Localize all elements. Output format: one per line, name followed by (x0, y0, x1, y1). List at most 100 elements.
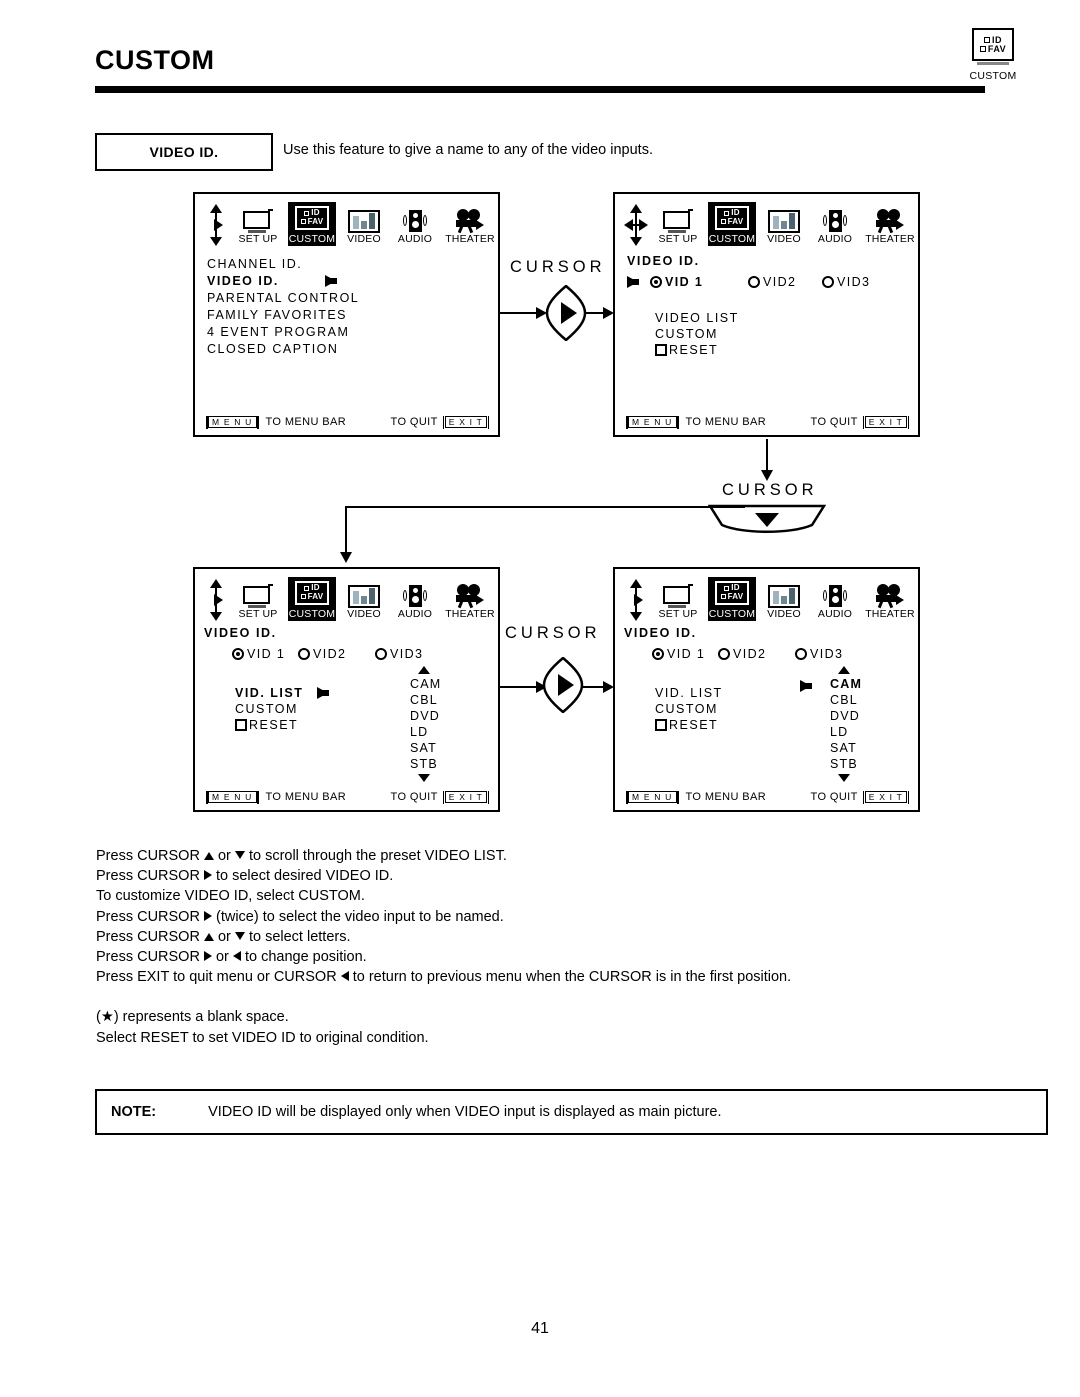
flow-arrowhead (340, 552, 352, 563)
menubar-label-setup: SET UP (238, 233, 278, 245)
reset-checkbox[interactable] (655, 344, 667, 356)
radio-vid1[interactable] (650, 276, 662, 288)
option-custom[interactable]: CUSTOM (655, 326, 739, 342)
id-fav-custom-icon: ID FAV (288, 202, 336, 233)
video-list-item[interactable]: SAT (830, 740, 862, 756)
custom-menu-list: CHANNEL ID. VIDEO ID. PARENTAL CONTROL F… (207, 256, 359, 358)
scroll-down-icon[interactable] (418, 774, 430, 782)
reset-checkbox[interactable] (655, 719, 667, 731)
instruction-line-7: Press EXIT to quit menu or CURSOR to ret… (96, 969, 792, 986)
menubar-item-audio[interactable]: AUDIO (812, 202, 858, 246)
menubar-item-custom[interactable]: ID FAV CUSTOM (708, 202, 756, 246)
cursor-up-icon (203, 852, 214, 860)
radio-vid3[interactable] (795, 648, 807, 660)
menubar-item-theater[interactable]: THEATER (864, 577, 916, 621)
menubar-item-video[interactable]: VIDEO (762, 202, 806, 246)
menu-key-button[interactable]: M E N U (206, 415, 259, 429)
menubar-label-audio: AUDIO (397, 608, 433, 620)
scroll-up-icon[interactable] (838, 666, 850, 674)
menubar-item-video[interactable]: VIDEO (762, 577, 806, 621)
video-list-item[interactable]: SAT (410, 740, 441, 756)
video-list-item[interactable]: STB (830, 756, 862, 772)
cursor-down-icon (234, 851, 245, 859)
exit-key-button[interactable]: E X I T (442, 415, 490, 429)
menubar-label-custom: CUSTOM (288, 233, 336, 246)
menubar-item-custom[interactable]: ID FAV CUSTOM (288, 577, 336, 621)
menubar-item-setup[interactable]: SET UP (234, 202, 282, 246)
radio-vid2[interactable] (718, 648, 730, 660)
menu-item-channel-id[interactable]: CHANNEL ID. (207, 256, 359, 273)
header-rule (95, 86, 985, 93)
exit-key-button[interactable]: E X I T (862, 415, 910, 429)
menu-item-label: CHANNEL ID. (207, 257, 303, 271)
menubar-item-audio[interactable]: AUDIO (812, 577, 858, 621)
menubar-label-video: VIDEO (767, 608, 801, 620)
video-id-options: VID. LIST CUSTOM RESET (655, 685, 723, 733)
radio-vid3[interactable] (822, 276, 834, 288)
menubar-item-setup[interactable]: SET UP (654, 577, 702, 621)
menubar-item-theater[interactable]: THEATER (444, 577, 496, 621)
menubar-item-setup[interactable]: SET UP (234, 577, 282, 621)
menu-item-4-event-program[interactable]: 4 EVENT PROGRAM (207, 324, 359, 341)
exit-key-button[interactable]: E X I T (442, 790, 490, 804)
id-fav-custom-icon: ID FAV (708, 202, 756, 233)
radio-label-vid2: VID2 (733, 647, 767, 661)
header-icon-caption: CUSTOM (969, 70, 1017, 82)
menubar-item-video[interactable]: VIDEO (342, 577, 386, 621)
radio-vid2[interactable] (298, 648, 310, 660)
cursor-arrows-up-right-down (625, 579, 647, 621)
video-input-row: VID3 (375, 647, 423, 661)
radio-vid1[interactable] (652, 648, 664, 660)
menu-item-family-favorites[interactable]: FAMILY FAVORITES (207, 307, 359, 324)
video-list-item[interactable]: STB (410, 756, 441, 772)
menubar-label-theater: THEATER (865, 608, 915, 620)
menubar-label-video: VIDEO (347, 233, 381, 245)
option-vid-list[interactable]: VID. LIST (235, 685, 330, 701)
video-list-item[interactable]: CAM (800, 676, 862, 692)
instruction-line-3: To customize VIDEO ID, select CUSTOM. (96, 888, 365, 905)
flow-line-p2-down (766, 439, 768, 474)
video-bars-icon (762, 577, 806, 608)
video-list-item[interactable]: CBL (830, 692, 862, 708)
video-input-row: VID3 (822, 275, 870, 289)
video-list-item[interactable]: LD (830, 724, 862, 740)
option-custom[interactable]: CUSTOM (655, 701, 723, 717)
option-video-list[interactable]: VIDEO LIST (655, 310, 739, 326)
radio-vid3[interactable] (375, 648, 387, 660)
video-list-item[interactable]: DVD (830, 708, 862, 724)
menubar-item-theater[interactable]: THEATER (444, 202, 496, 246)
menu-item-parental-control[interactable]: PARENTAL CONTROL (207, 290, 359, 307)
radio-vid1[interactable] (232, 648, 244, 660)
panel-title-video-id: VIDEO ID. (624, 626, 697, 640)
video-list-item[interactable]: LD (410, 724, 441, 740)
option-reset[interactable]: RESET (655, 342, 739, 358)
video-list-item[interactable]: DVD (410, 708, 441, 724)
reset-checkbox[interactable] (235, 719, 247, 731)
menubar-item-audio[interactable]: AUDIO (392, 577, 438, 621)
menubar-item-custom[interactable]: ID FAV CUSTOM (288, 202, 336, 246)
menu-item-video-id[interactable]: VIDEO ID. (207, 273, 359, 290)
menubar-item-setup[interactable]: SET UP (654, 202, 702, 246)
exit-key-button[interactable]: E X I T (862, 790, 910, 804)
video-input-row: VID2 (718, 647, 766, 661)
menu-key-button[interactable]: M E N U (626, 415, 679, 429)
menubar-item-audio[interactable]: AUDIO (392, 202, 438, 246)
scroll-up-icon[interactable] (418, 666, 430, 674)
video-list-item[interactable]: CAM (410, 676, 441, 692)
menubar-item-custom[interactable]: ID FAV CUSTOM (708, 577, 756, 621)
menu-key-button[interactable]: M E N U (206, 790, 259, 804)
menubar-item-video[interactable]: VIDEO (342, 202, 386, 246)
option-reset[interactable]: RESET (235, 717, 328, 733)
checkbox-glyph (984, 37, 990, 43)
menu-item-closed-caption[interactable]: CLOSED CAPTION (207, 341, 359, 358)
option-reset[interactable]: RESET (655, 717, 723, 733)
scroll-down-icon[interactable] (838, 774, 850, 782)
flow-arrowhead (603, 307, 614, 319)
menu-key-button[interactable]: M E N U (626, 790, 679, 804)
radio-vid2[interactable] (748, 276, 760, 288)
video-list-item[interactable]: CBL (410, 692, 441, 708)
option-vid-list[interactable]: VID. LIST (655, 685, 723, 701)
menubar-item-theater[interactable]: THEATER (864, 202, 916, 246)
option-custom[interactable]: CUSTOM (235, 701, 328, 717)
osd-menubar: SET UP ID FAV CUSTOM VIDEO AUDIO THEATER (625, 577, 916, 621)
